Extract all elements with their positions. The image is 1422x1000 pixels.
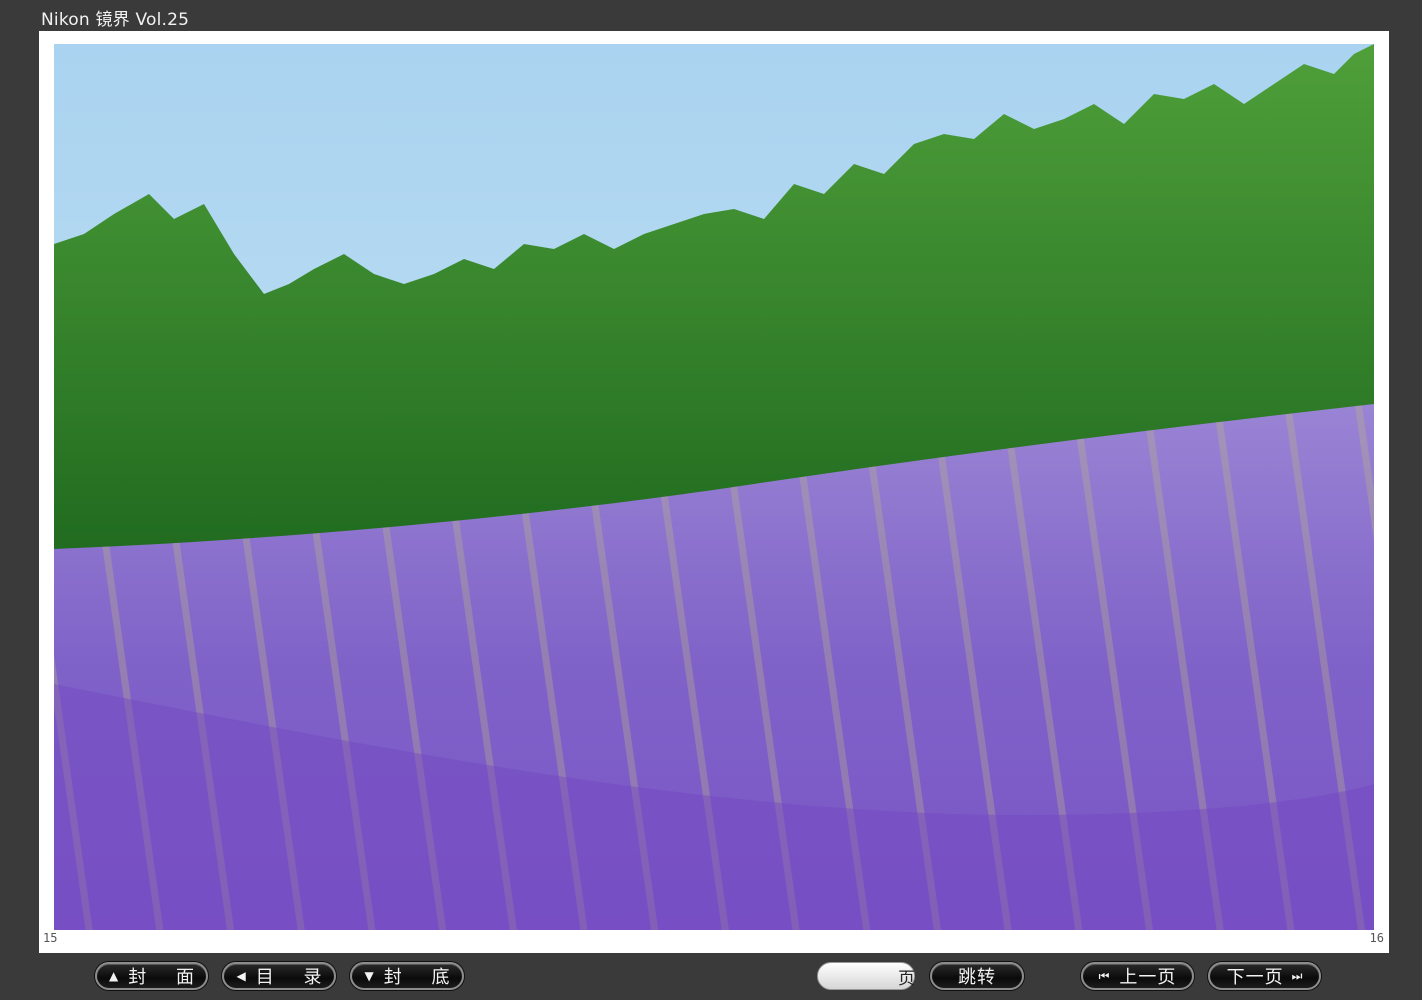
triangle-left-icon: ◀ — [236, 969, 246, 983]
back-cover-button[interactable]: ▼ 封 底 — [350, 962, 464, 990]
lavender-field-photo — [54, 44, 1374, 930]
triangle-up-icon: ▲ — [109, 969, 119, 983]
previous-page-button[interactable]: ⏮ 上一页 — [1081, 962, 1194, 990]
back-cover-label: 封 底 — [383, 967, 462, 988]
cover-label: 封 面 — [128, 967, 206, 988]
page-number-input[interactable] — [828, 965, 892, 987]
page-number-field: 页 — [817, 962, 915, 990]
toc-label: 目 录 — [255, 967, 334, 988]
cover-button[interactable]: ▲ 封 面 — [95, 962, 208, 990]
next-page-button[interactable]: 下一页 ⏭ — [1208, 962, 1321, 990]
next-page-label: 下一页 — [1226, 967, 1284, 988]
page-number-right: 16 — [1369, 931, 1384, 945]
page-number-left: 15 — [43, 931, 58, 945]
jump-label: 跳转 — [958, 967, 996, 988]
skip-forward-icon: ⏭ — [1291, 968, 1303, 983]
page-suffix-label: 页 — [898, 968, 915, 989]
toc-button[interactable]: ◀ 目 录 — [222, 962, 336, 990]
jump-button[interactable]: 跳转 — [930, 962, 1024, 990]
magazine-title: Nikon 镜界 Vol.25 — [41, 10, 190, 30]
navigation-toolbar: ▲ 封 面 ◀ 目 录 ▼ 封 底 页 跳转 ⏮ 上一页 下一页 ⏭ — [0, 960, 1422, 994]
triangle-down-icon: ▼ — [364, 969, 374, 983]
previous-page-label: 上一页 — [1119, 967, 1177, 988]
skip-back-icon: ⏮ — [1098, 968, 1110, 983]
page-spread: 15 16 — [39, 31, 1389, 953]
